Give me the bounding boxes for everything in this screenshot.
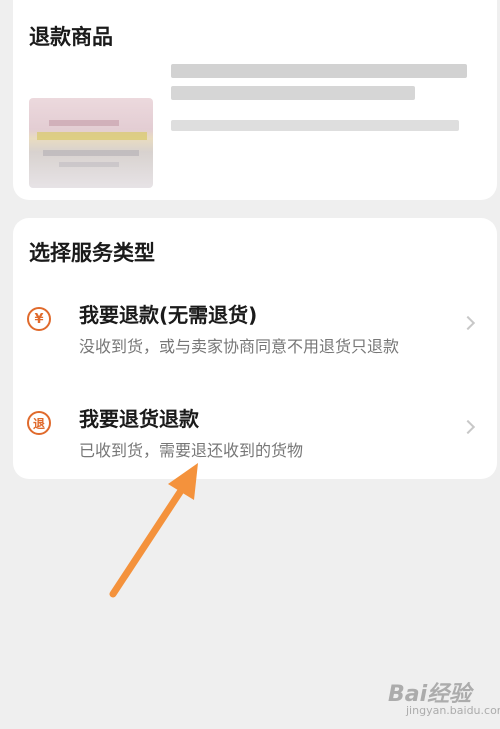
annotation-arrow — [109, 463, 198, 598]
baidu-watermark: Bai经验 jingyan.baidu.com — [388, 676, 500, 722]
watermark-url: jingyan.baidu.com — [406, 704, 500, 717]
